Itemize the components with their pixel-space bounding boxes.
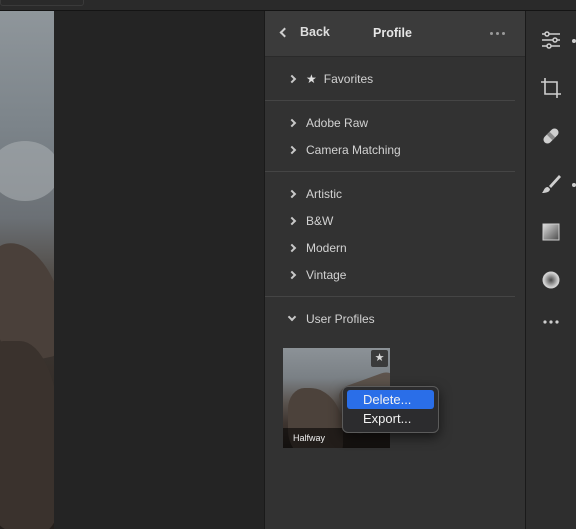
- profile-row-modern[interactable]: Modern: [265, 234, 515, 261]
- canvas-background: [54, 11, 264, 529]
- panel-header: Back Profile: [265, 11, 525, 57]
- window-tab[interactable]: [0, 0, 84, 6]
- panel-title: Profile: [373, 26, 412, 40]
- profile-row-user-profiles[interactable]: User Profiles: [265, 305, 525, 332]
- star-icon: ★: [306, 71, 317, 86]
- row-label: Vintage: [306, 267, 347, 282]
- gradient-icon[interactable]: [540, 221, 562, 243]
- profile-row-adobe-raw[interactable]: Adobe Raw: [265, 109, 515, 136]
- row-label: Camera Matching: [306, 142, 401, 157]
- row-label: Artistic: [306, 186, 342, 201]
- photo-cloud: [0, 141, 54, 201]
- row-label: Adobe Raw: [306, 115, 369, 130]
- profile-group-adobe: Adobe Raw Camera Matching: [265, 101, 515, 172]
- profile-row-artistic[interactable]: Artistic: [265, 180, 515, 207]
- profile-row-camera-matching[interactable]: Camera Matching: [265, 136, 515, 163]
- star-icon[interactable]: ★: [371, 350, 388, 367]
- photo-preview[interactable]: [0, 11, 54, 529]
- row-label: Modern: [306, 240, 347, 255]
- profile-row-bw[interactable]: B&W: [265, 207, 515, 234]
- brush-icon[interactable]: [540, 173, 562, 195]
- chevron-right-icon: [287, 118, 297, 127]
- profile-group-creative: Artistic B&W Modern Vintage: [265, 172, 515, 297]
- crop-icon[interactable]: [540, 77, 562, 99]
- profile-row-favorites[interactable]: ★ Favorites: [265, 65, 515, 92]
- row-label: B&W: [306, 213, 334, 228]
- menu-item-delete[interactable]: Delete...: [347, 390, 434, 409]
- chevron-right-icon: [287, 74, 297, 83]
- chevron-left-icon: [279, 27, 290, 37]
- chevron-right-icon: [287, 216, 297, 225]
- profile-group-favorites: ★ Favorites: [265, 57, 515, 101]
- more-icon[interactable]: [540, 311, 562, 333]
- row-label: Favorites: [323, 71, 374, 86]
- row-label: User Profiles: [306, 311, 375, 326]
- sliders-icon[interactable]: [540, 29, 562, 51]
- active-indicator: [572, 39, 576, 43]
- chevron-right-icon: [287, 145, 297, 154]
- panel-indicator: [572, 183, 576, 187]
- more-options-icon[interactable]: [490, 32, 505, 35]
- radial-icon[interactable]: [540, 269, 562, 291]
- context-menu: Delete... Export...: [342, 386, 439, 433]
- top-strip: [0, 0, 576, 11]
- healing-icon[interactable]: [540, 125, 562, 147]
- tool-rail: [525, 11, 576, 529]
- chevron-down-icon: [287, 312, 297, 322]
- menu-item-export[interactable]: Export...: [347, 409, 434, 428]
- chevron-right-icon: [287, 270, 297, 279]
- photo-rock: [0, 341, 54, 529]
- profile-row-vintage[interactable]: Vintage: [265, 261, 515, 288]
- profile-panel: Back Profile ★ Favorites Adobe Raw Camer…: [264, 11, 525, 529]
- chevron-right-icon: [287, 189, 297, 198]
- chevron-right-icon: [287, 243, 297, 252]
- back-button[interactable]: Back: [279, 25, 330, 39]
- back-label: Back: [300, 25, 330, 39]
- profile-group-user: User Profiles: [265, 297, 525, 332]
